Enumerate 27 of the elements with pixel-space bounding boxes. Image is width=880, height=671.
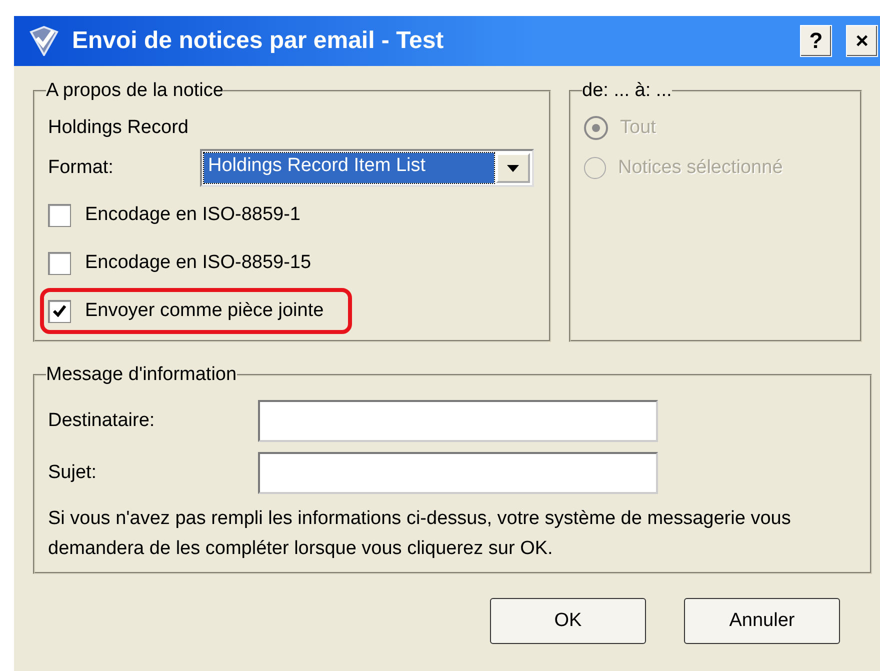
checkbox-label: Envoyer comme pièce jointe <box>85 300 324 322</box>
ok-button[interactable]: OK <box>490 598 646 644</box>
group-title: de: ... à: ... <box>582 80 672 102</box>
window-title: Envoi de notices par email - Test <box>72 27 445 55</box>
radio-label: Notices sélectionné <box>618 157 783 179</box>
info-text: Si vous n'avez pas rempli les informations ci-dessus, votre système de messagerie vous demandera de les compléter lorsque vous cliquerez sur OK. <box>48 507 792 561</box>
checkbox-label: Encodage en ISO-8859-1 <box>85 204 300 226</box>
checkbox[interactable] <box>48 204 71 226</box>
group-title: Message d'information <box>46 364 237 386</box>
input-field[interactable] <box>258 400 658 442</box>
field-label: Sujet: <box>48 462 98 484</box>
group-title: A propos de la notice <box>46 80 224 102</box>
record-type-label: Holdings Record <box>48 117 188 139</box>
check-icon <box>53 305 66 317</box>
app-icon <box>28 26 60 56</box>
checkbox-label: Encodage en ISO-8859-15 <box>85 252 312 274</box>
close-button[interactable]: × <box>846 25 878 57</box>
format-dropdown[interactable]: Holdings Record Item List <box>200 149 534 187</box>
format-label: Format: <box>48 157 114 179</box>
field-label: Destinataire: <box>48 410 156 432</box>
checkbox[interactable] <box>48 300 71 322</box>
radio-label: Tout <box>620 117 656 139</box>
help-button[interactable]: ? <box>800 25 832 57</box>
checkbox[interactable] <box>48 252 71 274</box>
cancel-button[interactable]: Annuler <box>684 598 840 644</box>
caret-icon <box>507 164 519 172</box>
input-field[interactable] <box>258 452 658 494</box>
